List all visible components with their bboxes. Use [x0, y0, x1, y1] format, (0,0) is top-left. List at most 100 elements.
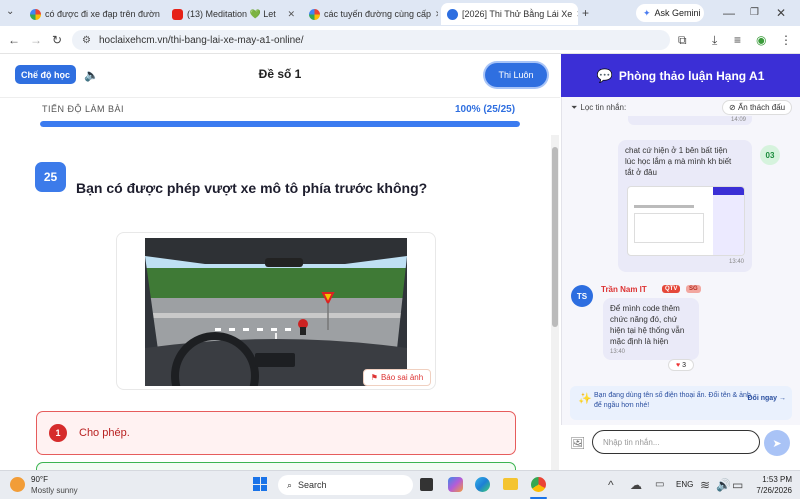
new-tab-icon[interactable]: +	[582, 5, 589, 21]
role-badge: QTV	[662, 285, 681, 293]
message-screenshot-attachment[interactable]	[627, 186, 745, 256]
browser-tab-1[interactable]: có được đi xe đạp trên đườn ✕	[24, 3, 164, 25]
tab-title: [2026] Thi Thử Bằng Lái Xe	[462, 9, 573, 19]
send-icon: ➤	[772, 437, 782, 450]
volume-icon[interactable]: 🔊	[716, 477, 731, 493]
window-close-icon[interactable]: ✕	[776, 5, 786, 21]
extensions-icon[interactable]: ⧉	[678, 32, 687, 48]
weather-desc[interactable]: Mostly sunny	[31, 486, 78, 495]
answer-option-1[interactable]: 1 Cho phép.	[36, 411, 516, 455]
file-explorer-icon[interactable]	[503, 478, 518, 490]
browser-tab-3[interactable]: các tuyến đường cùng cấp ✕	[303, 3, 438, 25]
back-icon[interactable]: ←	[8, 32, 20, 48]
filter-label: Lọc tin nhắn:	[580, 103, 627, 112]
chat-title: Phòng thảo luận Hạng A1	[618, 68, 765, 83]
reaction-count: 3	[682, 361, 687, 369]
chat-filter[interactable]: ⏷ Lọc tin nhắn:	[571, 103, 626, 113]
sparkle-icon: ✨	[578, 393, 592, 405]
message-text: chat cứ hiện ở 1 bên bất tiện lúc học lắ…	[625, 146, 732, 177]
clock-time[interactable]: 1:53 PM	[752, 475, 792, 484]
browser-tab-2[interactable]: (13) Meditation 💚 Let ✕	[166, 3, 301, 25]
sender-name[interactable]: Trần Nam IT	[601, 285, 647, 294]
task-view-icon[interactable]	[420, 478, 433, 491]
message-text: Để mình code thêm chức năng đó, chứ hiện…	[610, 304, 685, 346]
answer-text: Cho phép.	[79, 427, 130, 439]
wifi-icon[interactable]: ≋	[700, 477, 710, 493]
message-time: 13:40	[728, 259, 744, 265]
taskbar: 90°F Mostly sunny ⌕ Search ^ ☁ ▭ ENG ≋ 🔊…	[0, 470, 800, 499]
windows-start-icon[interactable]	[253, 477, 267, 491]
network-icon[interactable]: ▭	[655, 477, 664, 493]
weather-temp[interactable]: 90°F	[31, 475, 48, 484]
question-text: Bạn có được phép vượt xe mô tô phía trướ…	[76, 180, 428, 196]
show-hidden-icons-icon[interactable]: ^	[608, 477, 614, 493]
hide-icon: ⊘	[729, 103, 736, 112]
menu-icon[interactable]: ⋮	[780, 32, 792, 48]
search-icon: ⌕	[287, 479, 293, 490]
report-image-button[interactable]: ⚑ Báo sai ảnh	[363, 369, 431, 386]
admin-message-bubble: Để mình code thêm chức năng đó, chứ hiện…	[603, 298, 699, 360]
close-icon[interactable]: ✕	[287, 9, 295, 20]
taskbar-search[interactable]: ⌕ Search	[278, 475, 413, 495]
clock-date[interactable]: 7/26/2026	[744, 486, 792, 495]
submit-exam-button[interactable]: Thi Luôn	[485, 63, 547, 87]
image-upload-icon[interactable]: 🖼	[570, 435, 585, 451]
hide-challenges-button[interactable]: ⊘ Ẩn thách đấu	[722, 100, 793, 115]
main-scrollbar[interactable]	[551, 135, 559, 470]
google-icon	[30, 8, 41, 20]
notice-text: Bạn đang dùng tên số điện thoại ẩn. Đổi …	[594, 392, 751, 409]
chat-header: 💬 Phòng thảo luận Hạng A1	[561, 54, 800, 97]
edge-icon[interactable]	[475, 477, 490, 492]
message-time: 13:40	[610, 349, 626, 355]
tab-title: các tuyến đường cùng cấp	[324, 9, 431, 19]
reload-icon[interactable]: ↻	[52, 32, 62, 48]
url-text: hoclaixehcm.vn/thi-bang-lai-xe-may-a1-on…	[98, 34, 304, 46]
chat-message-input[interactable]: Nhập tin nhắn...	[592, 430, 760, 454]
page-title: Đề số 1	[258, 67, 302, 81]
forward-icon[interactable]: →	[30, 32, 42, 48]
reaction-badge[interactable]: ♥ 3	[668, 359, 694, 371]
tab-title: (13) Meditation 💚 Let	[187, 8, 276, 19]
hide-label: Ẩn thách đấu	[737, 103, 786, 112]
google-icon	[309, 8, 320, 20]
profile-icon[interactable]: ◉	[756, 32, 766, 48]
ask-gemini-button[interactable]: ✦ Ask Gemini	[636, 4, 704, 22]
copilot-icon[interactable]	[448, 477, 463, 492]
question-image	[145, 238, 407, 386]
heart-icon: ♥	[675, 361, 681, 369]
rename-now-link[interactable]: Đổi ngay →	[747, 394, 786, 404]
avatar[interactable]: TS	[571, 285, 593, 307]
flag-icon: ⚑	[370, 373, 378, 382]
chat-bubble-icon: 💬	[596, 67, 613, 83]
question-number-badge: 25	[35, 162, 66, 192]
tab-title: có được đi xe đạp trên đườn	[45, 9, 160, 19]
region-badge: SG	[686, 285, 701, 293]
filter-icon: ⏷	[571, 103, 578, 112]
address-bar[interactable]: ⚙ hoclaixehcm.vn/thi-bang-lai-xe-may-a1-…	[72, 30, 670, 50]
rename-notice: ✨ Bạn đang dùng tên số điện thoại ẩn. Đổ…	[570, 386, 792, 420]
user-message-bubble: chat cứ hiện ở 1 bên bất tiện lúc học lắ…	[618, 140, 752, 272]
browser-tab-strip: ⌄ có được đi xe đạp trên đườn ✕ (13) Med…	[0, 0, 800, 26]
avatar[interactable]: 03	[760, 145, 780, 165]
close-icon[interactable]: ✕	[576, 9, 578, 20]
progress-value: 100% (25/25)	[455, 104, 516, 115]
download-icon[interactable]: ⤓	[712, 32, 717, 48]
media-icon[interactable]: ≡	[734, 32, 741, 48]
site-info-icon[interactable]: ⚙	[82, 35, 91, 46]
tab-search-icon[interactable]: ⌄	[6, 4, 14, 20]
send-button[interactable]: ➤	[764, 430, 790, 456]
site-favicon-icon	[447, 8, 458, 20]
language-indicator[interactable]: ENG	[676, 480, 693, 489]
previous-message-bubble: 14:09	[628, 116, 752, 125]
report-image-label: Báo sai ảnh	[380, 373, 424, 382]
restore-icon[interactable]: ❐	[750, 5, 759, 21]
battery-icon[interactable]: ▭	[732, 477, 743, 493]
onedrive-icon[interactable]: ☁	[630, 477, 642, 493]
youtube-icon	[172, 8, 183, 20]
close-icon[interactable]: ✕	[435, 9, 438, 20]
browser-tab-4-active[interactable]: [2026] Thi Thử Bằng Lái Xe ✕	[441, 3, 578, 25]
minimize-icon[interactable]: —	[723, 5, 735, 21]
scrollbar-thumb[interactable]	[552, 147, 558, 327]
search-label: Search	[298, 480, 327, 490]
chrome-icon[interactable]	[531, 477, 546, 492]
